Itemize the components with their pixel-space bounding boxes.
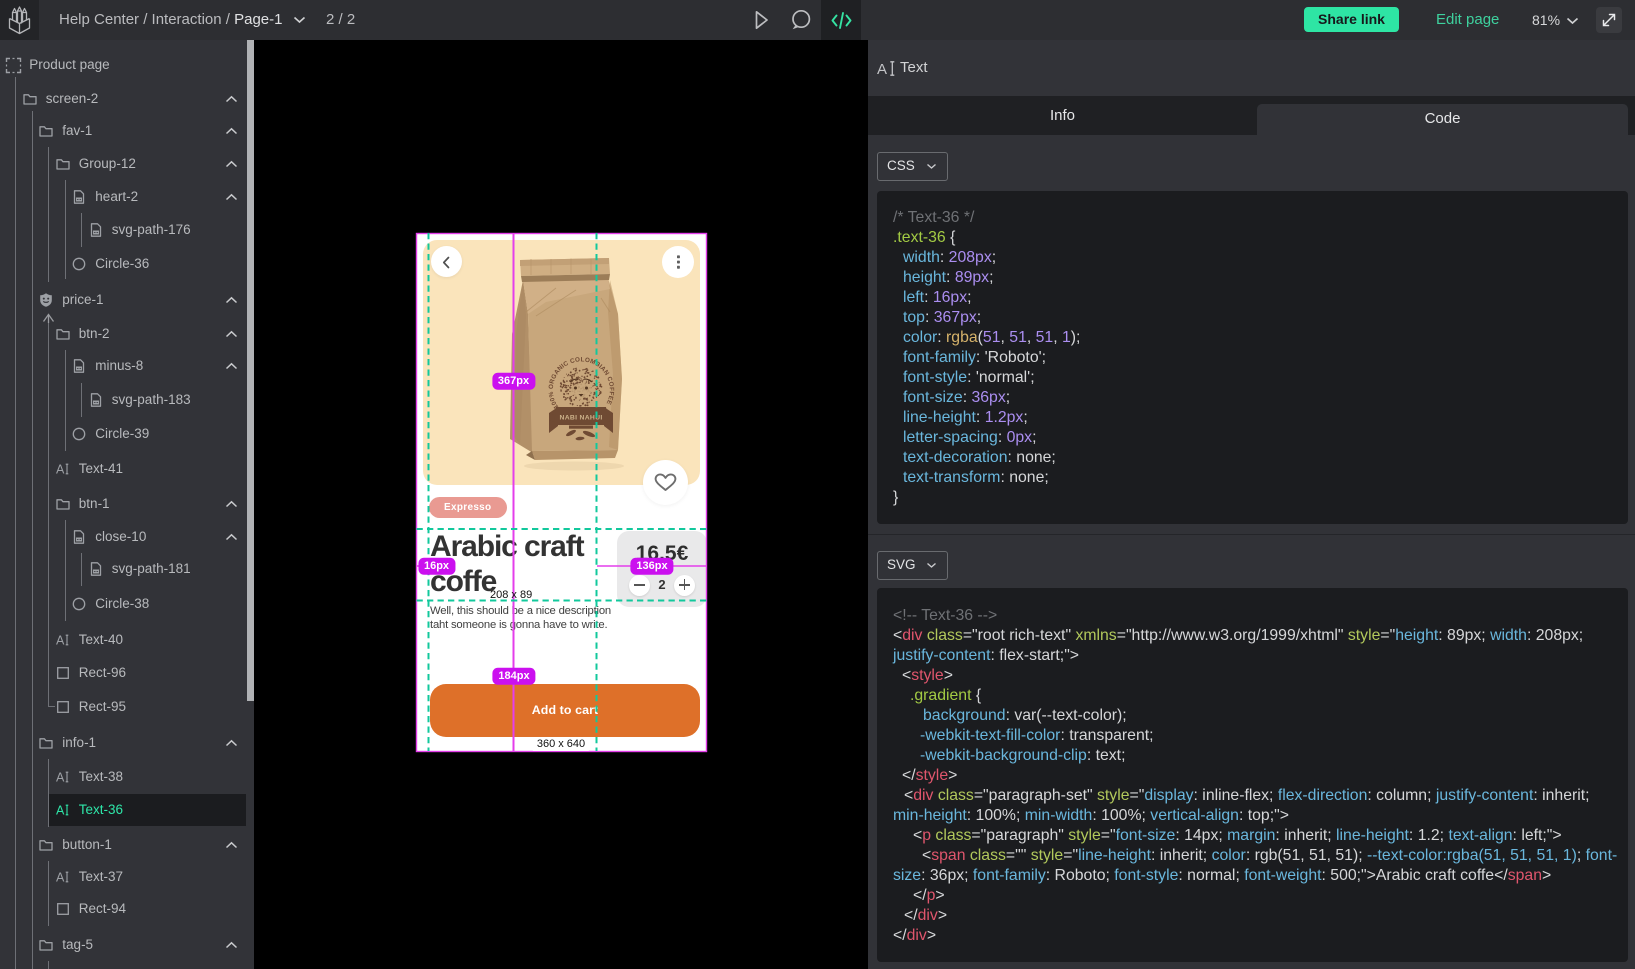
svg-text:NABI NAHUI: NABI NAHUI — [559, 415, 602, 422]
svg-text:A: A — [56, 871, 65, 885]
svg-text:A: A — [56, 463, 65, 477]
svg-text:A: A — [56, 634, 65, 648]
svg-text:A: A — [877, 61, 887, 77]
svg-text:A: A — [56, 804, 65, 818]
svg-text:A: A — [56, 771, 65, 785]
